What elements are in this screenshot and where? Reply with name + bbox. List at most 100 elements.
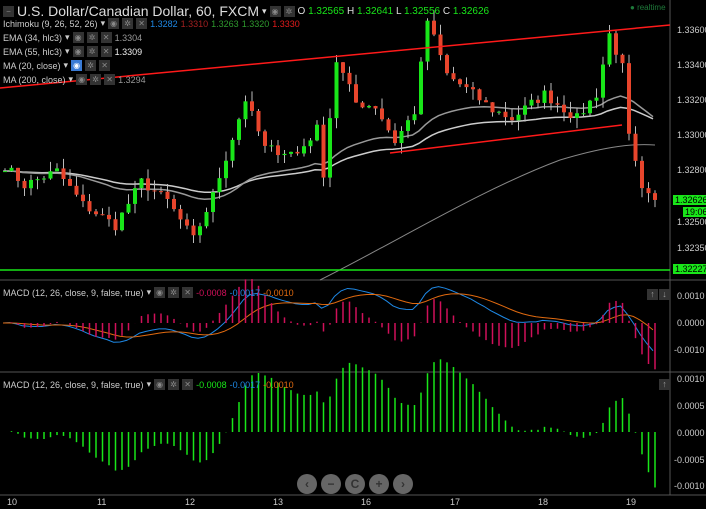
eye-icon[interactable]: ◉ — [154, 379, 166, 390]
candle-body — [237, 119, 241, 140]
indicator-value: 1.3282 — [150, 18, 178, 29]
candle-body — [295, 151, 300, 154]
indicator-label[interactable]: MA (200, close) — [3, 75, 66, 85]
price-tick: 1.33400 — [677, 60, 706, 70]
eye-icon[interactable]: ◉ — [269, 5, 281, 17]
close-icon[interactable]: ✕ — [136, 18, 148, 29]
candle-body — [74, 185, 79, 195]
time-tick: 18 — [538, 497, 549, 507]
move-up-button[interactable]: ↑ — [659, 379, 670, 390]
candle-body — [627, 63, 631, 134]
eye-icon[interactable]: ◉ — [154, 287, 166, 298]
gear-icon[interactable]: ✲ — [85, 60, 97, 71]
price-tick: 1.33000 — [677, 130, 706, 140]
reset-button[interactable]: C — [345, 474, 365, 494]
eye-icon[interactable]: ◉ — [76, 74, 88, 85]
eye-icon[interactable]: ◉ — [108, 18, 120, 29]
indicator-label[interactable]: Ichimoku (9, 26, 52, 26) — [3, 19, 98, 29]
open-label: O — [297, 5, 306, 17]
current-price-tag: 1.32626 — [673, 195, 706, 205]
close-icon[interactable]: ✕ — [182, 287, 194, 298]
indicator-value: 1.3263 — [211, 18, 239, 29]
chevron-down-icon[interactable]: ▾ — [147, 379, 152, 390]
candle-body — [159, 191, 163, 193]
chevron-down-icon[interactable]: ▾ — [101, 18, 106, 29]
candle-body — [516, 114, 521, 121]
chevron-down-icon[interactable]: ▾ — [147, 287, 152, 298]
gear-icon[interactable]: ✲ — [168, 379, 180, 390]
candle-body — [477, 89, 482, 101]
candle-body — [198, 226, 202, 236]
candle-body — [42, 178, 46, 180]
time-tick: 11 — [97, 497, 107, 507]
candle-body — [55, 168, 59, 172]
candle-body — [165, 191, 170, 199]
candle-body — [48, 171, 53, 179]
close-icon[interactable]: ✕ — [104, 74, 116, 85]
eye-icon[interactable]: ◉ — [72, 46, 84, 57]
candle-body — [432, 20, 436, 35]
eye-icon[interactable]: ◉ — [72, 32, 84, 43]
price-tick: 1.32350 — [677, 243, 706, 253]
indicator-label[interactable]: MACD (12, 26, close, 9, false, true) — [3, 288, 144, 298]
candle-body — [458, 79, 462, 85]
candle-body — [490, 102, 495, 113]
candle-body — [601, 64, 605, 98]
indicator-label[interactable]: MA (20, close) — [3, 61, 61, 71]
close-icon[interactable]: ✕ — [182, 379, 194, 390]
candle-body — [607, 33, 612, 65]
candle-body — [510, 117, 514, 121]
indicator-label[interactable]: EMA (34, hlc3) — [3, 33, 62, 43]
candle-body — [87, 201, 92, 212]
chevron-down-icon[interactable]: ▾ — [65, 32, 70, 43]
candle-body — [68, 178, 72, 186]
collapse-icon[interactable]: − — [3, 5, 14, 17]
macd-tick: 0.0010 — [677, 374, 705, 384]
chevron-down-icon[interactable]: ▾ — [69, 74, 74, 85]
scroll-left-button[interactable]: ‹ — [297, 474, 317, 494]
chevron-down-icon[interactable]: ▾ — [64, 60, 69, 71]
scroll-right-button[interactable]: › — [393, 474, 413, 494]
indicator-value: 1.3330 — [272, 18, 300, 29]
time-tick: 10 — [7, 497, 18, 507]
indicator-ma200: MA (200, close) ▾ ◉ ✲ ✕ 1.3294 — [3, 74, 146, 85]
high-value: 1.32641 — [357, 5, 394, 17]
macd-value: -0.0017 — [229, 379, 261, 390]
chevron-down-icon[interactable]: ▾ — [65, 46, 70, 57]
gear-icon[interactable]: ✲ — [90, 74, 102, 85]
indicator-label[interactable]: EMA (55, hlc3) — [3, 47, 62, 57]
gear-icon[interactable]: ✲ — [168, 287, 180, 298]
symbol-title[interactable]: U.S. Dollar/Canadian Dollar, 60, FXCM — [17, 3, 259, 19]
gear-icon[interactable]: ✲ — [86, 46, 98, 57]
gear-icon[interactable]: ✲ — [283, 5, 295, 17]
close-icon[interactable]: ✕ — [99, 60, 111, 71]
candle-body — [152, 190, 157, 192]
candle-body — [185, 219, 189, 226]
candle-body — [263, 131, 267, 146]
indicator-label[interactable]: MACD (12, 26, close, 9, false, true) — [3, 380, 144, 390]
gear-icon[interactable]: ✲ — [86, 32, 98, 43]
close-icon[interactable]: ✕ — [100, 46, 112, 57]
candle-body — [399, 131, 404, 144]
candle-body — [315, 124, 319, 141]
zoom-out-button[interactable]: − — [321, 474, 341, 494]
indicator-ema55: EMA (55, hlc3) ▾ ◉ ✲ ✕ 1.3309 — [3, 46, 142, 57]
candle-body — [243, 101, 248, 120]
candle-body — [29, 179, 33, 189]
candle-body — [328, 118, 332, 178]
eye-off-icon[interactable]: ◉ — [71, 60, 83, 71]
price-tick: 1.33200 — [677, 95, 706, 105]
candle-body — [497, 111, 501, 113]
move-down-button[interactable]: ↓ — [659, 289, 670, 300]
ohlc: O 1.32565 H 1.32641 L 1.32556 C 1.32626 — [298, 6, 490, 17]
chevron-down-icon[interactable]: ▾ — [262, 6, 267, 17]
low-value: 1.32556 — [403, 5, 441, 17]
close-icon[interactable]: ✕ — [100, 32, 112, 43]
zoom-in-button[interactable]: + — [369, 474, 389, 494]
candle-body — [438, 34, 443, 56]
candle-body — [61, 168, 66, 179]
move-up-button[interactable]: ↑ — [647, 289, 658, 300]
macd-tick: 0.0000 — [677, 428, 705, 438]
gear-icon[interactable]: ✲ — [122, 18, 134, 29]
candle-body — [354, 84, 358, 103]
